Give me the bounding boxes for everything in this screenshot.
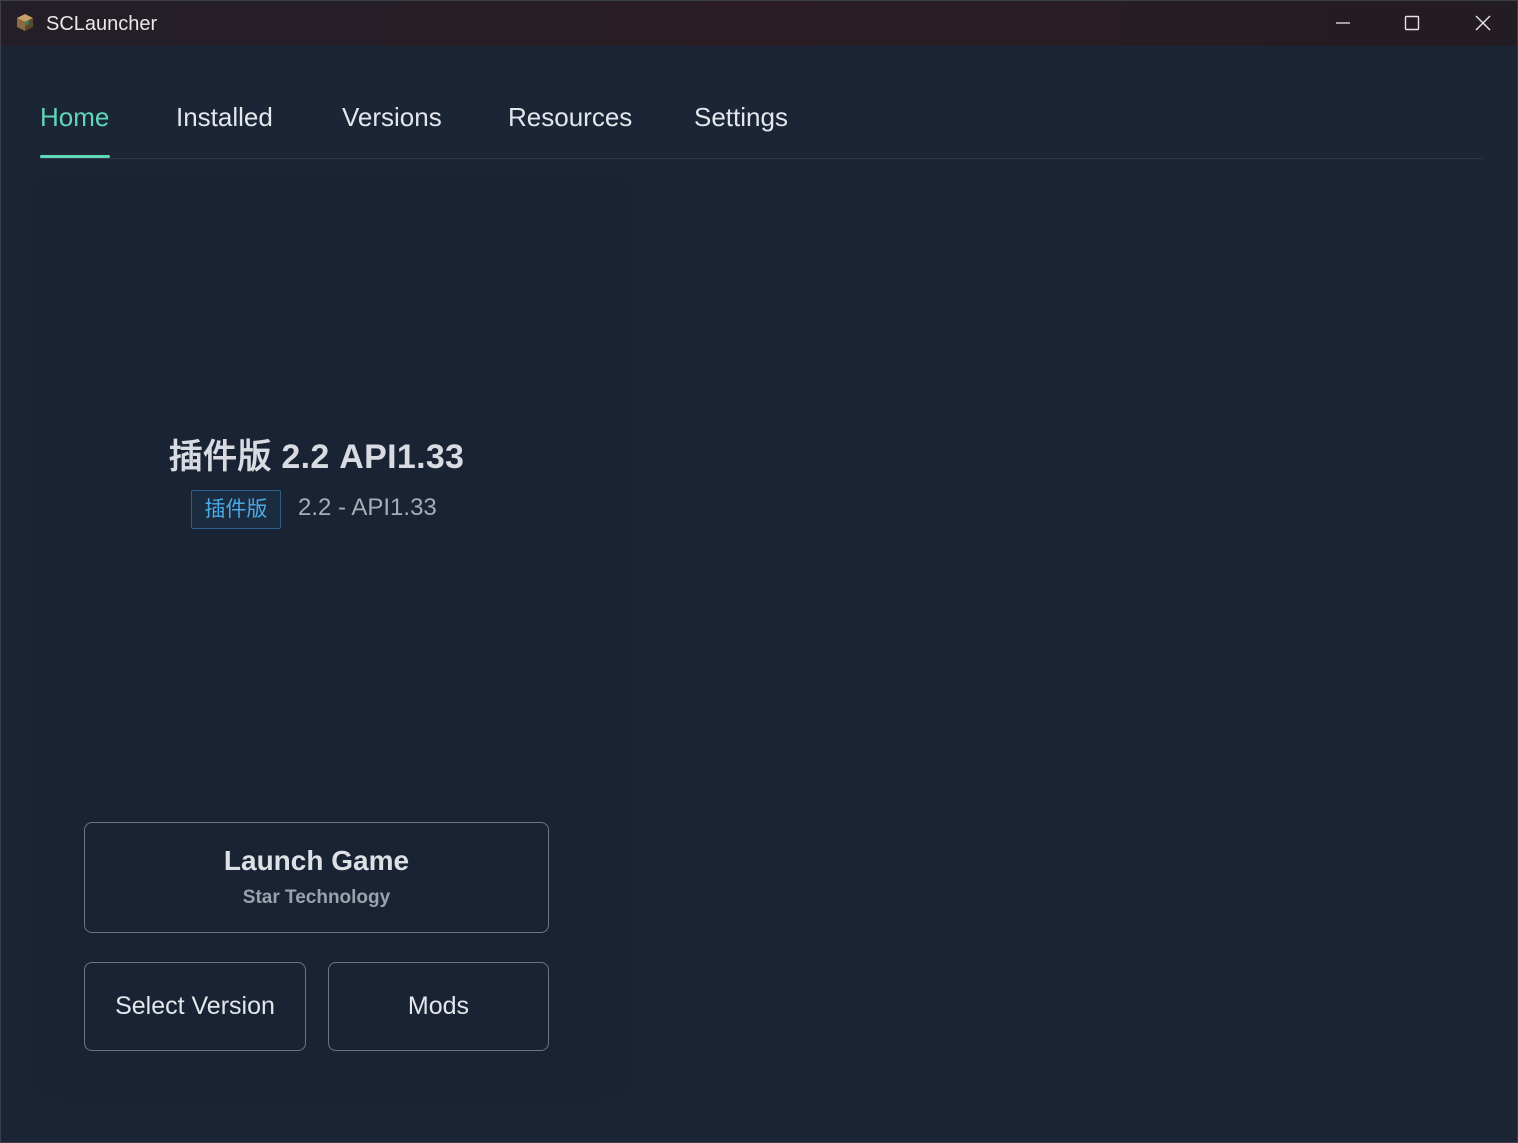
- home-version-card: 插件版 2.2 API1.33 插件版 2.2 - API1.33 Launch…: [40, 181, 627, 1093]
- maximize-icon: [1404, 15, 1420, 31]
- launch-game-label: Launch Game: [223, 845, 410, 876]
- tab-settings[interactable]: Settings: [694, 102, 788, 133]
- tab-home[interactable]: Home: [40, 102, 109, 133]
- tabs-divider: [40, 158, 1482, 159]
- version-title: 插件版 2.2 API1.33: [168, 438, 465, 476]
- tab-resources[interactable]: Resources: [508, 102, 632, 133]
- launch-game-sublabel: Star Technology: [242, 887, 391, 908]
- app-window: SCLauncher Home Installed Versions Resou…: [0, 0, 1518, 1143]
- close-button[interactable]: [1448, 1, 1518, 46]
- tab-versions[interactable]: Versions: [342, 102, 442, 133]
- minimize-button[interactable]: [1308, 1, 1378, 46]
- select-version-button[interactable]: Select Version: [84, 962, 306, 1051]
- tab-installed[interactable]: Installed: [176, 102, 273, 133]
- title-bar[interactable]: SCLauncher: [1, 1, 1517, 46]
- launch-game-button[interactable]: Launch Game Star Technology: [84, 822, 549, 933]
- version-type-badge: 插件版: [191, 490, 281, 529]
- window-title: SCLauncher: [46, 13, 158, 35]
- close-icon: [1475, 15, 1491, 31]
- minimize-icon: [1336, 22, 1350, 24]
- mods-button[interactable]: Mods: [328, 962, 549, 1051]
- maximize-button[interactable]: [1377, 1, 1447, 46]
- cube-icon: [16, 13, 34, 32]
- version-subtitle: 2.2 - API1.33: [298, 494, 437, 521]
